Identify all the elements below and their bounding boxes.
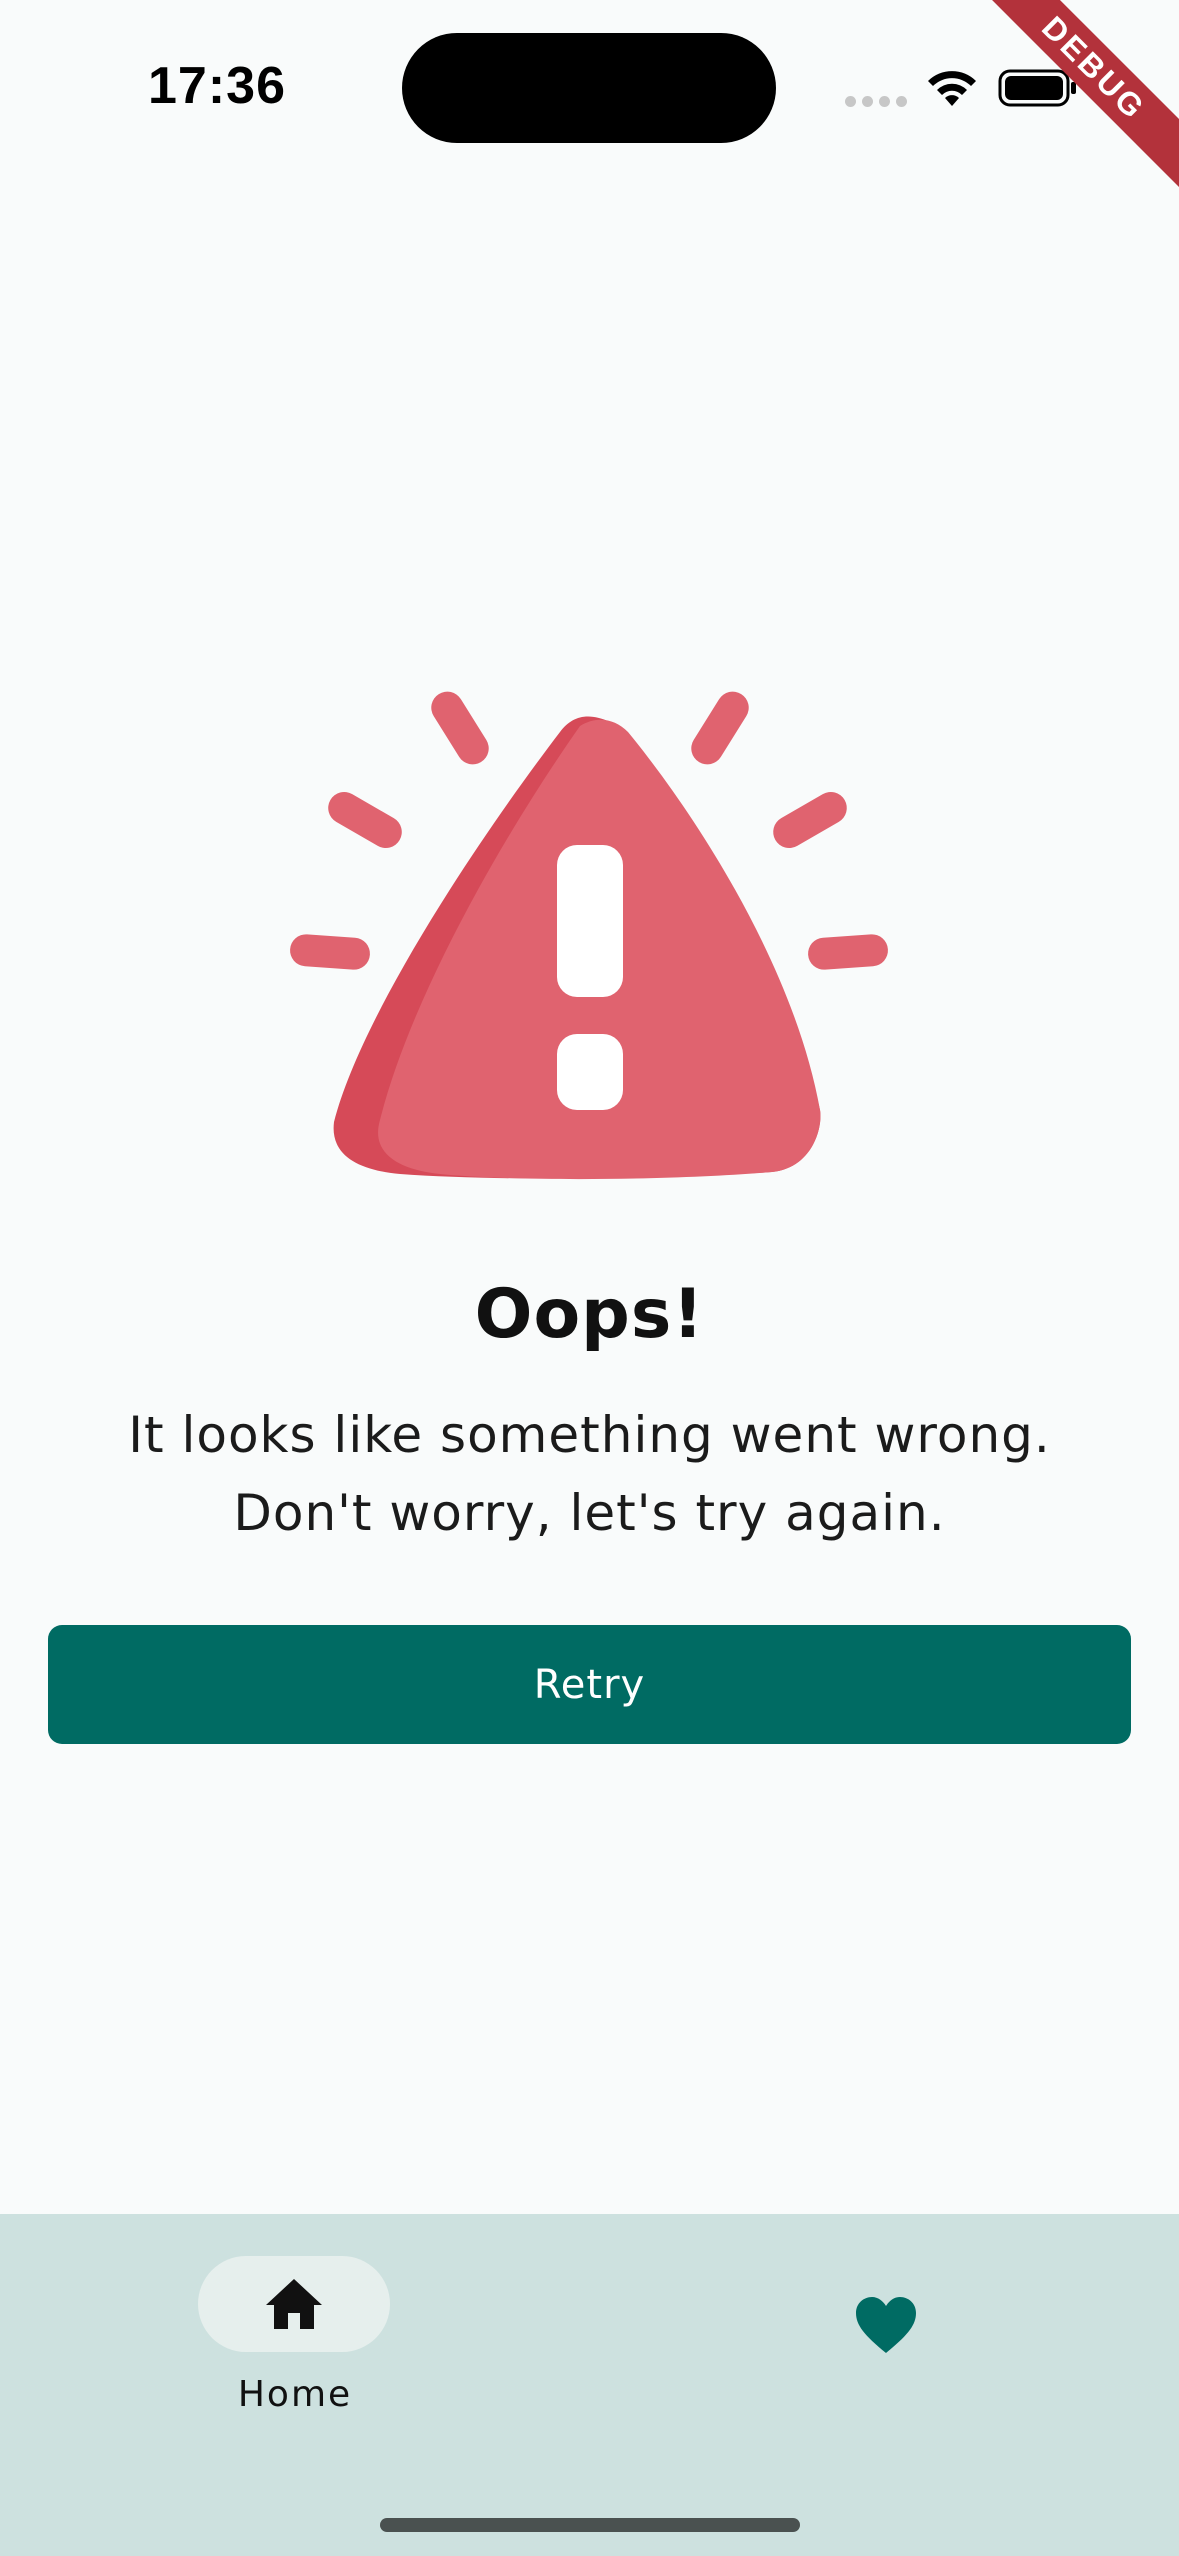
status-time: 17:36 xyxy=(148,57,286,115)
nav-item-home[interactable]: Home xyxy=(160,2256,430,2426)
error-message-line: It looks like something went wrong. xyxy=(128,1406,1051,1464)
dynamic-island xyxy=(402,33,776,143)
debug-label: DEBUG xyxy=(989,0,1179,190)
nav-item-favorites[interactable] xyxy=(828,2278,944,2374)
nav-item-label: Home xyxy=(237,2374,353,2415)
home-indicator xyxy=(380,2518,800,2532)
heart-icon xyxy=(856,2297,916,2353)
retry-button[interactable]: Retry xyxy=(48,1625,1131,1744)
wifi-icon xyxy=(928,71,976,106)
error-message: It looks like something went wrong. Don'… xyxy=(60,1396,1119,1552)
debug-banner: DEBUG xyxy=(989,0,1179,190)
error-message-line: Don't worry, let's try again. xyxy=(233,1484,946,1542)
warning-triangle-icon xyxy=(290,691,888,1180)
error-title: Oops! xyxy=(474,1275,705,1354)
cellular-signal-icon xyxy=(845,96,907,107)
bottom-navigation-bar: Home xyxy=(0,2214,1179,2556)
home-icon xyxy=(266,2279,322,2329)
nav-active-indicator xyxy=(198,2256,390,2352)
